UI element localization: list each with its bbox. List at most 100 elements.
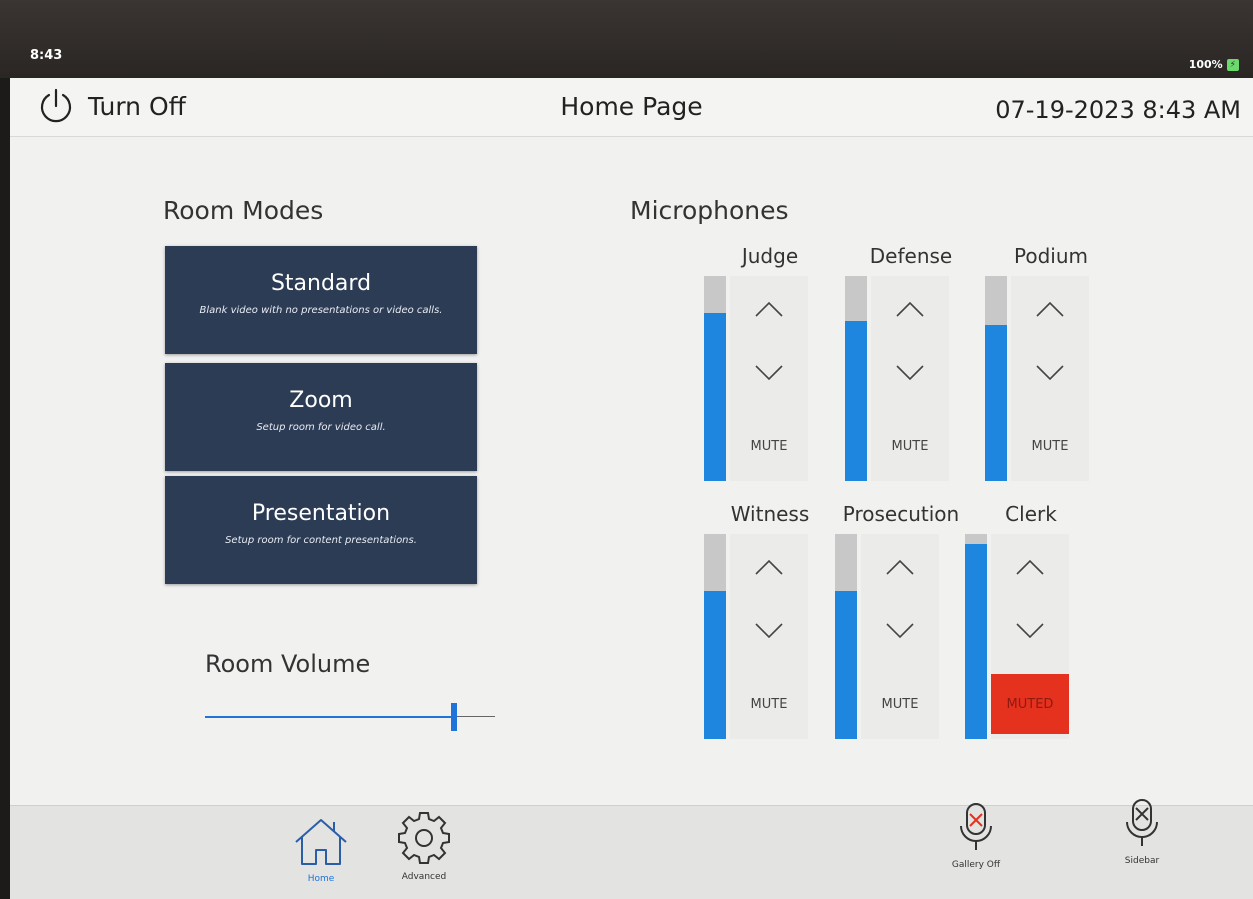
chevron-up-icon [1015, 558, 1045, 580]
mic-controls: MUTE [730, 534, 808, 739]
mode-subtitle: Setup room for video call. [256, 422, 386, 433]
gallery-off-label: Gallery Off [951, 860, 1001, 870]
mic-level-meter [845, 276, 867, 481]
volume-down-button[interactable] [861, 602, 939, 664]
mode-title: Presentation [251, 501, 391, 526]
gear-icon [398, 812, 450, 864]
mode-title: Standard [270, 271, 372, 296]
mute-button[interactable]: MUTE [871, 416, 949, 476]
mic-name: Prosecution [842, 502, 960, 526]
volume-slider-fill [205, 716, 454, 718]
volume-slider-track [454, 716, 495, 717]
microphones-heading: Microphones [630, 196, 789, 225]
mic-channel-podium: Podium MUTE [985, 244, 1117, 484]
volume-slider-thumb[interactable] [451, 703, 457, 731]
chevron-down-icon [895, 364, 925, 386]
mic-controls: MUTE [1011, 276, 1089, 481]
mic-controls: MUTED [991, 534, 1069, 739]
mic-name: Podium [1014, 244, 1088, 268]
mic-channel-prosecution: Prosecution MUTE [835, 502, 967, 742]
mic-name: Judge [741, 244, 799, 268]
mute-button[interactable]: MUTE [730, 674, 808, 734]
home-nav-label: Home [307, 874, 335, 884]
mic-level-meter [835, 534, 857, 739]
mode-title: Zoom [289, 388, 353, 413]
room-volume-slider[interactable] [205, 703, 495, 733]
gallery-off-button[interactable]: Gallery Off [945, 798, 1007, 870]
battery-indicator: 100% ⚡ [1189, 58, 1239, 71]
mic-channel-defense: Defense MUTE [845, 244, 977, 484]
battery-charging-icon: ⚡ [1226, 58, 1239, 71]
mic-level-meter [704, 534, 726, 739]
mic-level-fill [845, 321, 867, 481]
advanced-nav-label: Advanced [401, 872, 447, 882]
mode-subtitle: Blank video with no presentations or vid… [199, 305, 443, 316]
mic-name: Defense [869, 244, 953, 268]
mic-level-fill [985, 325, 1007, 481]
volume-down-button[interactable] [871, 344, 949, 406]
mic-channel-clerk: Clerk MUTED [965, 502, 1097, 742]
home-icon [295, 819, 347, 865]
mode-zoom-button[interactable]: Zoom Setup room for video call. [165, 363, 477, 471]
chevron-up-icon [895, 300, 925, 322]
mic-level-fill [704, 312, 726, 481]
mic-level-meter [704, 276, 726, 481]
mic-channel-judge: Judge MUTE [704, 244, 836, 484]
volume-down-button[interactable] [730, 344, 808, 406]
chevron-up-icon [754, 300, 784, 322]
mute-button[interactable]: MUTED [991, 674, 1069, 734]
chevron-down-icon [1015, 622, 1045, 644]
mic-controls: MUTE [730, 276, 808, 481]
mode-subtitle: Setup room for content presentations. [225, 535, 417, 546]
mic-channel-witness: Witness MUTE [704, 502, 836, 742]
turn-off-label: Turn Off [88, 91, 186, 121]
chevron-down-icon [1035, 364, 1065, 386]
turn-off-button[interactable]: Turn Off [36, 86, 186, 126]
mic-level-fill [835, 591, 857, 739]
volume-up-button[interactable] [730, 538, 808, 600]
bottom-nav-bar: Home Advanced Gallery Off Sidebar [10, 799, 1253, 899]
chevron-up-icon [754, 558, 784, 580]
mic-name: Clerk [1005, 502, 1057, 526]
volume-up-button[interactable] [871, 280, 949, 342]
mode-standard-button[interactable]: Standard Blank video with no presentatio… [165, 246, 477, 354]
power-icon [40, 88, 72, 123]
chevron-up-icon [885, 558, 915, 580]
sidebar-label: Sidebar [1124, 856, 1160, 866]
mic-level-fill [704, 591, 726, 739]
room-modes-heading: Room Modes [163, 196, 324, 225]
advanced-nav-button[interactable]: Advanced [393, 810, 455, 882]
mic-controls: MUTE [871, 276, 949, 481]
mic-name: Witness [730, 502, 810, 526]
home-nav-button[interactable]: Home [290, 812, 352, 884]
mute-button[interactable]: MUTE [1011, 416, 1089, 476]
volume-down-button[interactable] [730, 602, 808, 664]
mode-presentation-button[interactable]: Presentation Setup room for content pres… [165, 476, 477, 584]
mic-level-fill [965, 544, 987, 739]
mute-button[interactable]: MUTE [861, 674, 939, 734]
room-volume-heading: Room Volume [205, 650, 371, 678]
microphone-x-icon [1126, 799, 1158, 846]
volume-down-button[interactable] [1011, 344, 1089, 406]
chevron-down-icon [885, 622, 915, 644]
mic-level-meter [985, 276, 1007, 481]
mic-level-meter [965, 534, 987, 739]
chevron-down-icon [754, 364, 784, 386]
battery-percent: 100% [1188, 58, 1223, 71]
chevron-down-icon [754, 622, 784, 644]
volume-down-button[interactable] [991, 602, 1069, 664]
mute-button[interactable]: MUTE [730, 416, 808, 476]
volume-up-button[interactable] [991, 538, 1069, 600]
volume-up-button[interactable] [861, 538, 939, 600]
status-time: 8:43 [30, 48, 63, 63]
touch-panel-screen: Turn Off Home Page 07-19-2023 8:43 AM Ro… [10, 78, 1253, 899]
date-time: 07-19-2023 8:43 AM [995, 96, 1241, 124]
volume-up-button[interactable] [730, 280, 808, 342]
chevron-up-icon [1035, 300, 1065, 322]
device-status-bar: 8:43 100% ⚡ [0, 0, 1253, 78]
sidebar-button[interactable]: Sidebar [1111, 794, 1173, 866]
mic-controls: MUTE [861, 534, 939, 739]
microphone-off-icon [960, 803, 992, 850]
volume-up-button[interactable] [1011, 280, 1089, 342]
header-bar: Turn Off Home Page 07-19-2023 8:43 AM [10, 78, 1253, 137]
